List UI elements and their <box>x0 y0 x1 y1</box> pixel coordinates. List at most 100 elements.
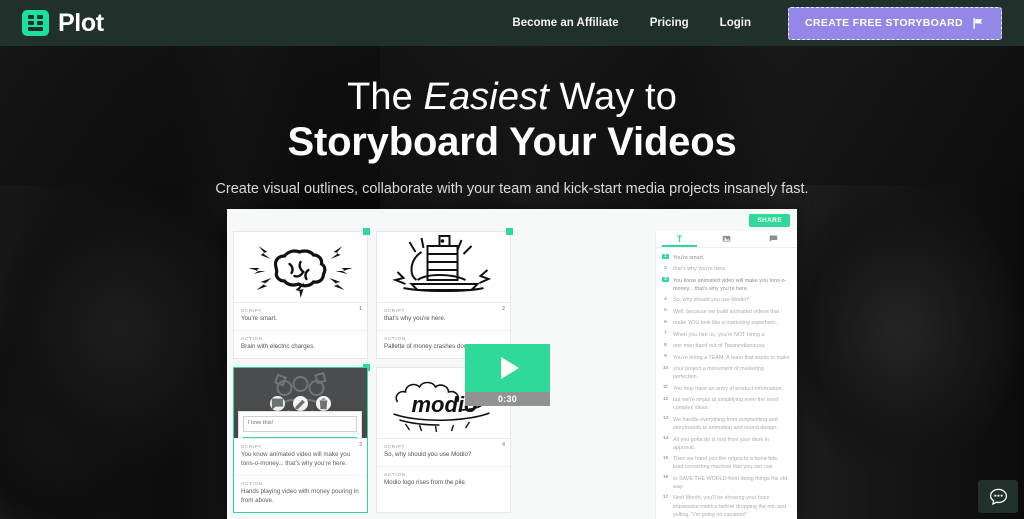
script-line-text: but we're ninjas at simplifying even the… <box>673 397 779 412</box>
script-line[interactable]: 17 Next Month, you'll be showing your bos… <box>662 494 790 518</box>
edit-icon[interactable] <box>293 395 308 411</box>
share-button[interactable]: SHARE <box>749 214 790 227</box>
script-line[interactable]: 12 but we're ninjas at simplifying even t… <box>662 396 790 412</box>
script-line-text: When you hire us, you're NOT hiring a <box>673 331 765 338</box>
script-line-text: Next Month, you'll be showing your boss … <box>673 495 787 518</box>
script-line[interactable]: 7 When you hire us, you're NOT hiring a <box>662 331 790 339</box>
script-line[interactable]: 11 You may have an army of product inform… <box>662 385 790 393</box>
card-index: 2 <box>501 306 505 312</box>
create-free-storyboard-button[interactable]: CREATE FREE STORYBOARD <box>787 6 1002 40</box>
delete-icon[interactable] <box>316 395 331 411</box>
tab-images[interactable] <box>703 231 750 247</box>
video-duration: 0:30 <box>465 392 550 406</box>
script-label: SCRIPT <box>241 443 263 449</box>
brand-name: Plot <box>58 8 104 37</box>
card-index: 1 <box>358 306 362 312</box>
script-line[interactable]: 15 Then we hand you the reigns to a bona-… <box>662 455 790 471</box>
script-line[interactable]: 1 You're smart. <box>662 253 790 262</box>
script-line-number: 8 <box>664 342 667 348</box>
hero-line1-emphasis: Easiest <box>423 76 549 118</box>
comment-input[interactable]: I love this! <box>243 415 357 432</box>
action-label: ACTION <box>384 471 406 477</box>
script-line[interactable]: 8 one man band out of Tiwanindianousa. <box>662 342 790 350</box>
top-navigation-bar: Plot Become an Affiliate Pricing Login C… <box>0 0 1024 46</box>
card-status-dot <box>363 228 370 235</box>
card-action-text[interactable]: Modio logo rises from the pile. <box>384 479 503 488</box>
script-line-number: 15 <box>662 455 669 461</box>
card-script-block: 3 SCRIPT You know animated video will ma… <box>234 437 367 475</box>
tab-comments[interactable] <box>750 231 797 247</box>
script-label: SCRIPT <box>384 308 406 313</box>
hero-headline-line1: The Easiest Way to <box>0 74 1024 120</box>
card-action-text[interactable]: Brain with electric charges. <box>241 343 360 352</box>
hero-line1-part-b: Way to <box>548 76 677 118</box>
nav-link-pricing[interactable]: Pricing <box>650 17 689 29</box>
add-comment-button[interactable]: ADD COMMENT <box>243 436 357 438</box>
chat-bubble-icon <box>989 488 1007 506</box>
card-script-text[interactable]: that's why you're here. <box>384 315 503 324</box>
script-line[interactable]: 10 your project a monument of marketing p… <box>662 365 790 381</box>
script-line[interactable]: 5 Well, because we build animated videos … <box>662 308 790 316</box>
script-line[interactable]: 14 All you gotta do is nod from your desk… <box>662 436 790 452</box>
nav-links: Become an Affiliate Pricing Login CREATE… <box>512 6 1002 40</box>
card-script-block: 1 SCRIPT You're smart. <box>234 302 367 330</box>
card-hover-tools <box>234 395 367 411</box>
storyboard-card[interactable]: 2 SCRIPT that's why you're here. ACTION … <box>376 228 513 359</box>
play-icon <box>500 357 519 379</box>
tab-text[interactable]: T <box>656 231 703 247</box>
script-line-number: 9 <box>664 354 667 360</box>
chat-widget-button[interactable] <box>978 480 1018 513</box>
script-line[interactable]: 4 So, why should you use Modio? <box>662 296 790 304</box>
card-index: 4 <box>501 441 505 448</box>
script-line-text: So, why should you use Modio? <box>673 297 750 304</box>
video-play-overlay[interactable]: 0:30 <box>465 344 550 406</box>
script-side-panel: T 1 You're smart. 2 that's why you're he… <box>655 231 797 519</box>
card-thumbnail-brain-icon <box>234 232 367 302</box>
card-script-text[interactable]: You know animated video will make you to… <box>241 451 360 469</box>
script-line[interactable]: 16 to SAVE THE WORLD from doing things th… <box>662 475 790 491</box>
script-line-number: 14 <box>662 436 669 442</box>
script-line-text: You may have an army of product informat… <box>673 385 784 392</box>
script-line[interactable]: 9 You're hiring a TEAM. A team that wants… <box>662 354 790 362</box>
script-line-number: 5 <box>664 308 667 314</box>
storyboard-card[interactable]: 1 SCRIPT You're smart. ACTION Brain with… <box>233 228 370 359</box>
hero-section: The Easiest Way to Storyboard Your Video… <box>0 46 1024 197</box>
action-label: ACTION <box>241 480 263 486</box>
script-line-text: your project a monument of marketing per… <box>673 366 764 381</box>
nav-link-login[interactable]: Login <box>720 17 751 29</box>
script-line-text: We handle everything from scriptwriting … <box>673 416 778 432</box>
card-status-dot <box>506 228 513 235</box>
script-line[interactable]: 2 that's why you're here. <box>662 265 790 273</box>
panel-tabs: T <box>656 231 797 248</box>
grid-logo-icon <box>22 10 49 36</box>
script-line-text: You know animated video will make you to… <box>673 277 787 292</box>
action-label: ACTION <box>241 335 263 341</box>
card-index: 3 <box>358 441 362 448</box>
script-line-number: 13 <box>662 416 669 422</box>
card-action-block: ACTION Hands playing video with money po… <box>234 474 367 512</box>
brand-logo[interactable]: Plot <box>22 9 104 38</box>
script-line-number: 12 <box>662 396 669 402</box>
card-script-text[interactable]: You're smart. <box>241 315 360 324</box>
play-button[interactable] <box>465 344 550 392</box>
hero-line1-part-a: The <box>347 76 424 118</box>
hero-headline-line2: Storyboard Your Videos <box>287 120 737 165</box>
nav-link-become-an-affiliate[interactable]: Become an Affiliate <box>512 17 618 29</box>
text-tab-icon: T <box>676 233 683 244</box>
card-action-block: ACTION Modio logo rises from the pile. <box>377 465 510 494</box>
storyboard-card-selected[interactable]: I love this! ADD COMMENT 3 SCRIPT You kn… <box>233 363 370 513</box>
script-line-text: make YOU look like a marketing superhero… <box>673 320 778 327</box>
card-action-text[interactable]: Hands playing video with money pouring i… <box>241 488 360 506</box>
script-line-number: 6 <box>664 319 667 325</box>
script-line-number: 11 <box>662 385 669 391</box>
card-script-text[interactable]: So, why should you use Modio? <box>384 451 503 460</box>
add-comment-popover: I love this! ADD COMMENT <box>238 410 362 438</box>
comment-icon[interactable] <box>270 395 285 411</box>
script-line[interactable]: 6 make YOU look like a marketing superher… <box>662 319 790 327</box>
script-line[interactable]: 13 We handle everything from scriptwritin… <box>662 416 790 432</box>
script-line-number: 17 <box>662 494 669 500</box>
script-label: SCRIPT <box>241 308 263 313</box>
script-line-text: Well, because we build animated videos t… <box>673 308 780 315</box>
script-line-active[interactable]: 3 You know animated video will make you t… <box>662 276 790 293</box>
script-line-number: 10 <box>662 365 669 371</box>
